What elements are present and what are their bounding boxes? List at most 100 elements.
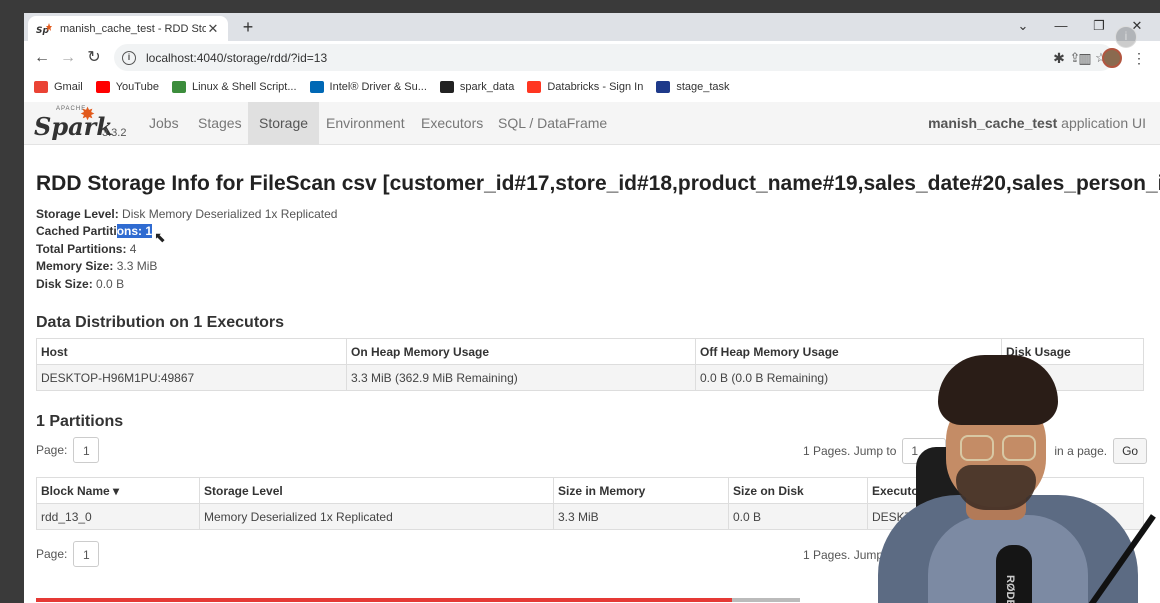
tab-title: manish_cache_test - RDD Storage xyxy=(60,22,206,35)
new-tab-button[interactable]: + xyxy=(237,16,259,38)
back-arrow-icon[interactable]: ← xyxy=(32,48,52,68)
spark-star-icon: ✸ xyxy=(80,104,96,124)
bookmark-label: stage_task xyxy=(676,81,730,93)
col-size-in-memory[interactable]: Size in Memory xyxy=(553,477,729,504)
github-icon xyxy=(439,81,454,93)
bottom-page-label: Page: xyxy=(36,547,68,561)
cell-on-heap: 3.3 MiB (362.9 MiB Remaining) xyxy=(346,364,696,391)
spark-version: 3.3.2 xyxy=(102,127,127,139)
col-host[interactable]: Host xyxy=(36,338,347,365)
bookmarks-bar: Gmail YouTube Linux & Shell Script... Intel… xyxy=(24,75,1160,99)
mic-brand: RØDE xyxy=(1004,575,1016,603)
app-name-suffix: application UI xyxy=(1061,115,1146,131)
cell-size-in-memory: 3.3 MiB xyxy=(553,503,729,530)
disk-size-label: Disk Size: xyxy=(36,277,93,291)
spark-navbar: APACHE Spark ✸ 3.3.2 Jobs Stages Storage… xyxy=(24,102,1160,145)
gmail-icon xyxy=(34,81,48,93)
total-partitions-label: Total Partitions: xyxy=(36,242,127,256)
selected-text: ons: 1 xyxy=(116,224,153,238)
intel-icon xyxy=(309,81,324,93)
bookmark-item[interactable]: Intel® Driver & Su... xyxy=(309,81,427,93)
cell-storage-level: Memory Deserialized 1x Replicated xyxy=(199,503,554,530)
bottom-page-number-button[interactable]: 1 xyxy=(73,541,100,567)
glasses-left xyxy=(960,435,994,461)
video-progress-played[interactable] xyxy=(36,598,732,602)
top-pager: Page: 1 xyxy=(36,437,100,463)
nav-sql-dataframe[interactable]: SQL / DataFrame xyxy=(487,102,618,145)
tab-close-icon[interactable]: ✕ xyxy=(206,21,220,37)
partitions-heading: 1 Partitions xyxy=(36,413,124,430)
bookmark-label: Databricks - Sign In xyxy=(547,81,644,93)
storage-level-label: Storage Level: xyxy=(36,207,119,221)
bookmark-label: Gmail xyxy=(54,81,83,93)
storage-level-value: Disk Memory Deserialized 1x Replicated xyxy=(122,207,338,221)
disk-size-row: Disk Size: 0.0 B xyxy=(36,277,124,291)
spark-favicon-icon: Sp xyxy=(36,22,52,35)
cell-host: DESKTOP-H96M1PU:49867 xyxy=(36,364,347,391)
col-storage-level[interactable]: Storage Level xyxy=(199,477,554,504)
address-bar[interactable]: i localhost:4040/storage/rdd/?id=13 ⇪ ☆ xyxy=(114,44,1114,71)
cached-partitions-row: Cached Partitions: 1 xyxy=(36,224,153,238)
site-info-icon[interactable]: i xyxy=(122,50,136,65)
bookmark-item[interactable]: Linux & Shell Script... xyxy=(171,81,297,93)
glasses-right xyxy=(1002,435,1036,461)
browser-toolbar: ← → ↻ i localhost:4040/storage/rdd/?id=1… xyxy=(24,41,1160,75)
bookmark-label: spark_data xyxy=(459,81,515,93)
link-icon xyxy=(171,81,186,93)
url-text[interactable]: localhost:4040/storage/rdd/?id=13 xyxy=(146,51,1062,65)
bookmark-label: YouTube xyxy=(115,81,159,93)
page-number-button[interactable]: 1 xyxy=(73,437,100,463)
menu-kebab-icon[interactable]: ⋮ xyxy=(1128,48,1150,68)
side-panel-icon[interactable]: ▥ xyxy=(1074,48,1096,68)
col-block-name[interactable]: Block Name ▾ xyxy=(36,477,200,504)
memory-size-value: 3.3 MiB xyxy=(116,259,158,273)
microphone: RØDE xyxy=(996,545,1032,603)
disk-size-value: 0.0 B xyxy=(96,277,125,291)
nav-jobs[interactable]: Jobs xyxy=(138,102,190,145)
app-name: manish_cache_test application UI xyxy=(928,102,1146,145)
reload-icon[interactable]: ↻ xyxy=(84,48,104,68)
cell-block-name: rdd_13_0 xyxy=(36,503,200,530)
person-hair xyxy=(938,355,1058,425)
bookmark-label: Linux & Shell Script... xyxy=(191,81,297,93)
memory-size-label: Memory Size: xyxy=(36,259,114,273)
nav-executors[interactable]: Executors xyxy=(410,102,494,145)
page-label: Page: xyxy=(36,443,68,457)
bookmark-item[interactable]: spark_data xyxy=(439,81,515,93)
page-title: RDD Storage Info for FileScan csv [custo… xyxy=(36,172,1160,195)
tab-strip: Sp manish_cache_test - RDD Storage ✕ + ⌄… xyxy=(24,13,1160,41)
extensions-puzzle-icon[interactable]: ✱ xyxy=(1048,48,1070,68)
restore-button[interactable]: ❐ xyxy=(1086,16,1112,36)
databricks-icon xyxy=(527,81,542,93)
cell-size-on-disk: 0.0 B xyxy=(728,503,868,530)
total-partitions-value: 4 xyxy=(129,242,137,256)
minimize-button[interactable]: — xyxy=(1048,16,1074,36)
bookmark-item[interactable]: Databricks - Sign In xyxy=(527,81,643,93)
storage-level-row: Storage Level: Disk Memory Deserialized … xyxy=(36,207,337,221)
profile-avatar[interactable] xyxy=(1102,48,1122,68)
total-partitions-row: Total Partitions: 4 xyxy=(36,242,136,256)
mouse-cursor-icon: ⬉ xyxy=(154,229,166,245)
memory-size-row: Memory Size: 3.3 MiB xyxy=(36,259,157,273)
nav-environment[interactable]: Environment xyxy=(315,102,416,145)
bookmark-item[interactable]: stage_task xyxy=(656,81,730,93)
cached-partitions-label: Cached Partiti xyxy=(36,224,117,238)
nav-stages[interactable]: Stages xyxy=(187,102,253,145)
forward-arrow-icon[interactable]: → xyxy=(58,48,78,68)
video-progress-buffered[interactable] xyxy=(732,598,800,602)
browser-tab[interactable]: Sp manish_cache_test - RDD Storage ✕ xyxy=(28,16,228,41)
nav-storage[interactable]: Storage xyxy=(248,102,320,145)
webcam-overlay: RØDE xyxy=(868,355,1160,603)
tab-search-chevron-icon[interactable]: ⌄ xyxy=(1010,16,1036,36)
youtube-icon xyxy=(95,81,110,93)
video-info-icon[interactable]: i xyxy=(1115,26,1137,48)
col-on-heap[interactable]: On Heap Memory Usage xyxy=(346,338,696,365)
bookmark-item[interactable]: Gmail xyxy=(34,81,83,93)
app-name-bold: manish_cache_test xyxy=(928,115,1058,131)
bookmark-label: Intel® Driver & Su... xyxy=(329,81,427,93)
bookmark-item[interactable]: YouTube xyxy=(95,81,159,93)
bottom-pager: Page: 1 xyxy=(36,541,100,567)
bookmark-icon xyxy=(656,81,671,93)
col-size-on-disk[interactable]: Size on Disk xyxy=(728,477,868,504)
distribution-heading: Data Distribution on 1 Executors xyxy=(36,314,285,331)
